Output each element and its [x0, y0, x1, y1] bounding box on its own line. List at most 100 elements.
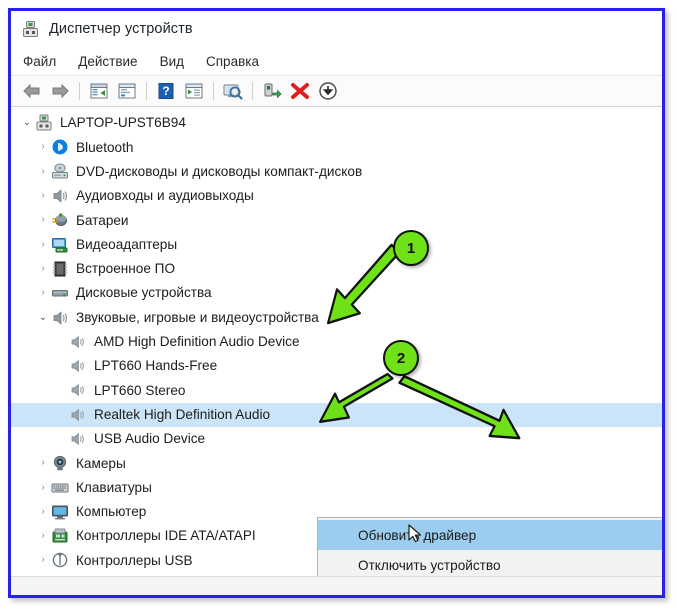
toolbar-separator: [146, 82, 147, 100]
context-menu[interactable]: Обновить драйвер Отключить устройство Уд…: [317, 517, 662, 576]
update-driver-icon[interactable]: [181, 79, 207, 103]
monitor-icon: [51, 503, 69, 521]
menu-item-action[interactable]: Действие: [78, 54, 137, 69]
annotation-badge-2: 2: [383, 340, 419, 376]
tree-item-sound-video-game-controllers[interactable]: ⌄ Звуковые, игровые и видеоустройства: [11, 305, 662, 329]
chevron-right-icon[interactable]: ›: [35, 263, 51, 274]
chevron-right-icon[interactable]: ›: [35, 288, 51, 298]
menu-item-file[interactable]: Файл: [23, 54, 56, 69]
tree-item-keyboards[interactable]: › Клавиатуры: [11, 475, 662, 499]
tree-item-batteries[interactable]: › Батареи: [11, 208, 662, 232]
context-menu-item-label: Обновить драйвер: [358, 527, 477, 543]
toolbar-separator: [252, 82, 253, 100]
enable-device-icon[interactable]: [259, 79, 285, 103]
uninstall-device-icon[interactable]: [287, 79, 313, 103]
chevron-right-icon[interactable]: ›: [35, 239, 51, 250]
computer-icon: [35, 114, 53, 132]
keyboard-icon: [51, 479, 69, 497]
title-bar: Диспетчер устройств: [11, 11, 662, 47]
menu-item-help[interactable]: Справка: [206, 54, 259, 69]
tree-item-label: Батареи: [76, 212, 129, 228]
speaker-icon: [51, 187, 69, 205]
device-manager-window: Диспетчер устройств Файл Действие Вид Сп…: [11, 11, 662, 595]
tree-item-root[interactable]: ⌄ LAPTOP-UPST6B94: [11, 111, 662, 135]
speaker-small-icon: [69, 406, 87, 424]
tree-item-label: Дисковые устройства: [76, 285, 212, 301]
toolbar: ?: [11, 75, 662, 107]
tree-item-label: Звуковые, игровые и видеоустройства: [76, 309, 319, 325]
chevron-right-icon[interactable]: ›: [35, 555, 51, 565]
context-menu-item-label: Отключить устройство: [358, 557, 501, 573]
tree-item-label: Аудиовходы и аудиовыходы: [76, 188, 254, 204]
tree-item-dvd-drives[interactable]: › DVD-дисководы и дисководы компакт-диск…: [11, 160, 662, 184]
tree-item-label: Контроллеры USB: [76, 552, 193, 568]
disk-drive-icon: [51, 284, 69, 302]
device-manager-icon: [21, 20, 40, 39]
toolbar-separator: [213, 82, 214, 100]
speaker-icon: [51, 309, 69, 327]
tree-item-label: Компьютер: [76, 504, 147, 520]
scan-for-hardware-changes-icon[interactable]: [220, 79, 246, 103]
tree-item-usb-audio-device[interactable]: USB Audio Device: [11, 427, 662, 451]
tree-item-label: LAPTOP-UPST6B94: [60, 115, 186, 131]
help-icon[interactable]: ?: [153, 79, 179, 103]
annotation-frame: Диспетчер устройств Файл Действие Вид Сп…: [8, 8, 665, 598]
annotation-badge-number: 1: [406, 239, 416, 257]
speaker-small-icon: [69, 430, 87, 448]
tree-item-label: AMD High Definition Audio Device: [94, 334, 300, 350]
tree-item-label: Видеоадаптеры: [76, 236, 178, 252]
toolbar-separator: [79, 82, 80, 100]
chevron-right-icon[interactable]: ›: [35, 458, 51, 468]
back-icon[interactable]: [19, 79, 45, 103]
tree-item-label: LPT660 Stereo: [94, 382, 186, 398]
annotation-badge-number: 2: [396, 349, 406, 367]
display-adapter-icon: [51, 236, 69, 254]
tree-item-amd-hd-audio[interactable]: AMD High Definition Audio Device: [11, 330, 662, 354]
battery-icon: [51, 211, 69, 229]
forward-icon[interactable]: [47, 79, 73, 103]
chevron-right-icon[interactable]: ›: [35, 191, 51, 201]
tree-item-label: USB Audio Device: [94, 431, 206, 447]
context-menu-item-disable-device[interactable]: Отключить устройство: [318, 550, 662, 576]
tree-item-display-adapters[interactable]: › Видеоадаптеры: [11, 232, 662, 256]
status-bar: [11, 576, 662, 595]
speaker-small-icon: [69, 381, 87, 399]
tree-item-lpt660-stereo[interactable]: LPT660 Stereo: [11, 378, 662, 402]
download-icon[interactable]: [315, 79, 341, 103]
usb-controller-icon: [51, 551, 69, 569]
tree-item-label: LPT660 Hands-Free: [94, 358, 218, 374]
properties-icon[interactable]: [114, 79, 140, 103]
tree-item-bluetooth[interactable]: › Bluetooth: [11, 135, 662, 159]
tree-item-label: Контроллеры IDE ATA/ATAPI: [76, 528, 256, 544]
tree-item-lpt660-hands-free[interactable]: LPT660 Hands-Free: [11, 354, 662, 378]
tree-item-cameras[interactable]: › Камеры: [11, 451, 662, 475]
chevron-down-icon[interactable]: ⌄: [35, 312, 51, 323]
menu-bar: Файл Действие Вид Справка: [11, 47, 662, 75]
tree-item-disk-drives[interactable]: › Дисковые устройства: [11, 281, 662, 305]
svg-text:?: ?: [162, 84, 169, 98]
speaker-small-icon: [69, 357, 87, 375]
tree-item-label: DVD-дисководы и дисководы компакт-дисков: [76, 163, 363, 179]
menu-item-view[interactable]: Вид: [160, 54, 184, 69]
window-title: Диспетчер устройств: [49, 21, 193, 37]
show-hide-console-tree-icon[interactable]: [86, 79, 112, 103]
tree-item-realtek-hd-audio[interactable]: Realtek High Definition Audio: [11, 402, 662, 427]
tree-item-firmware[interactable]: › Встроенное ПО: [11, 257, 662, 281]
annotation-badge-1: 1: [393, 230, 429, 266]
tree-item-label: Bluetooth: [76, 139, 134, 155]
device-tree-pane[interactable]: ⌄ LAPTOP-UPST6B94 › Bluetooth › DVD-диск…: [11, 107, 662, 576]
chevron-down-icon[interactable]: ⌄: [19, 118, 35, 128]
chevron-right-icon[interactable]: ›: [35, 531, 51, 541]
chevron-right-icon[interactable]: ›: [35, 215, 51, 225]
chevron-right-icon[interactable]: ›: [35, 142, 51, 152]
ide-controller-icon: [51, 527, 69, 545]
tree-item-label: Камеры: [76, 455, 126, 471]
chevron-right-icon[interactable]: ›: [35, 166, 51, 177]
bluetooth-icon: [51, 138, 69, 156]
chevron-right-icon[interactable]: ›: [35, 506, 51, 517]
context-menu-item-update-driver[interactable]: Обновить драйвер: [318, 520, 662, 550]
firmware-icon: [51, 260, 69, 278]
tree-item-audio-inputs-outputs[interactable]: › Аудиовходы и аудиовыходы: [11, 184, 662, 208]
chevron-right-icon[interactable]: ›: [35, 482, 51, 493]
tree-item-label: Клавиатуры: [76, 479, 152, 495]
